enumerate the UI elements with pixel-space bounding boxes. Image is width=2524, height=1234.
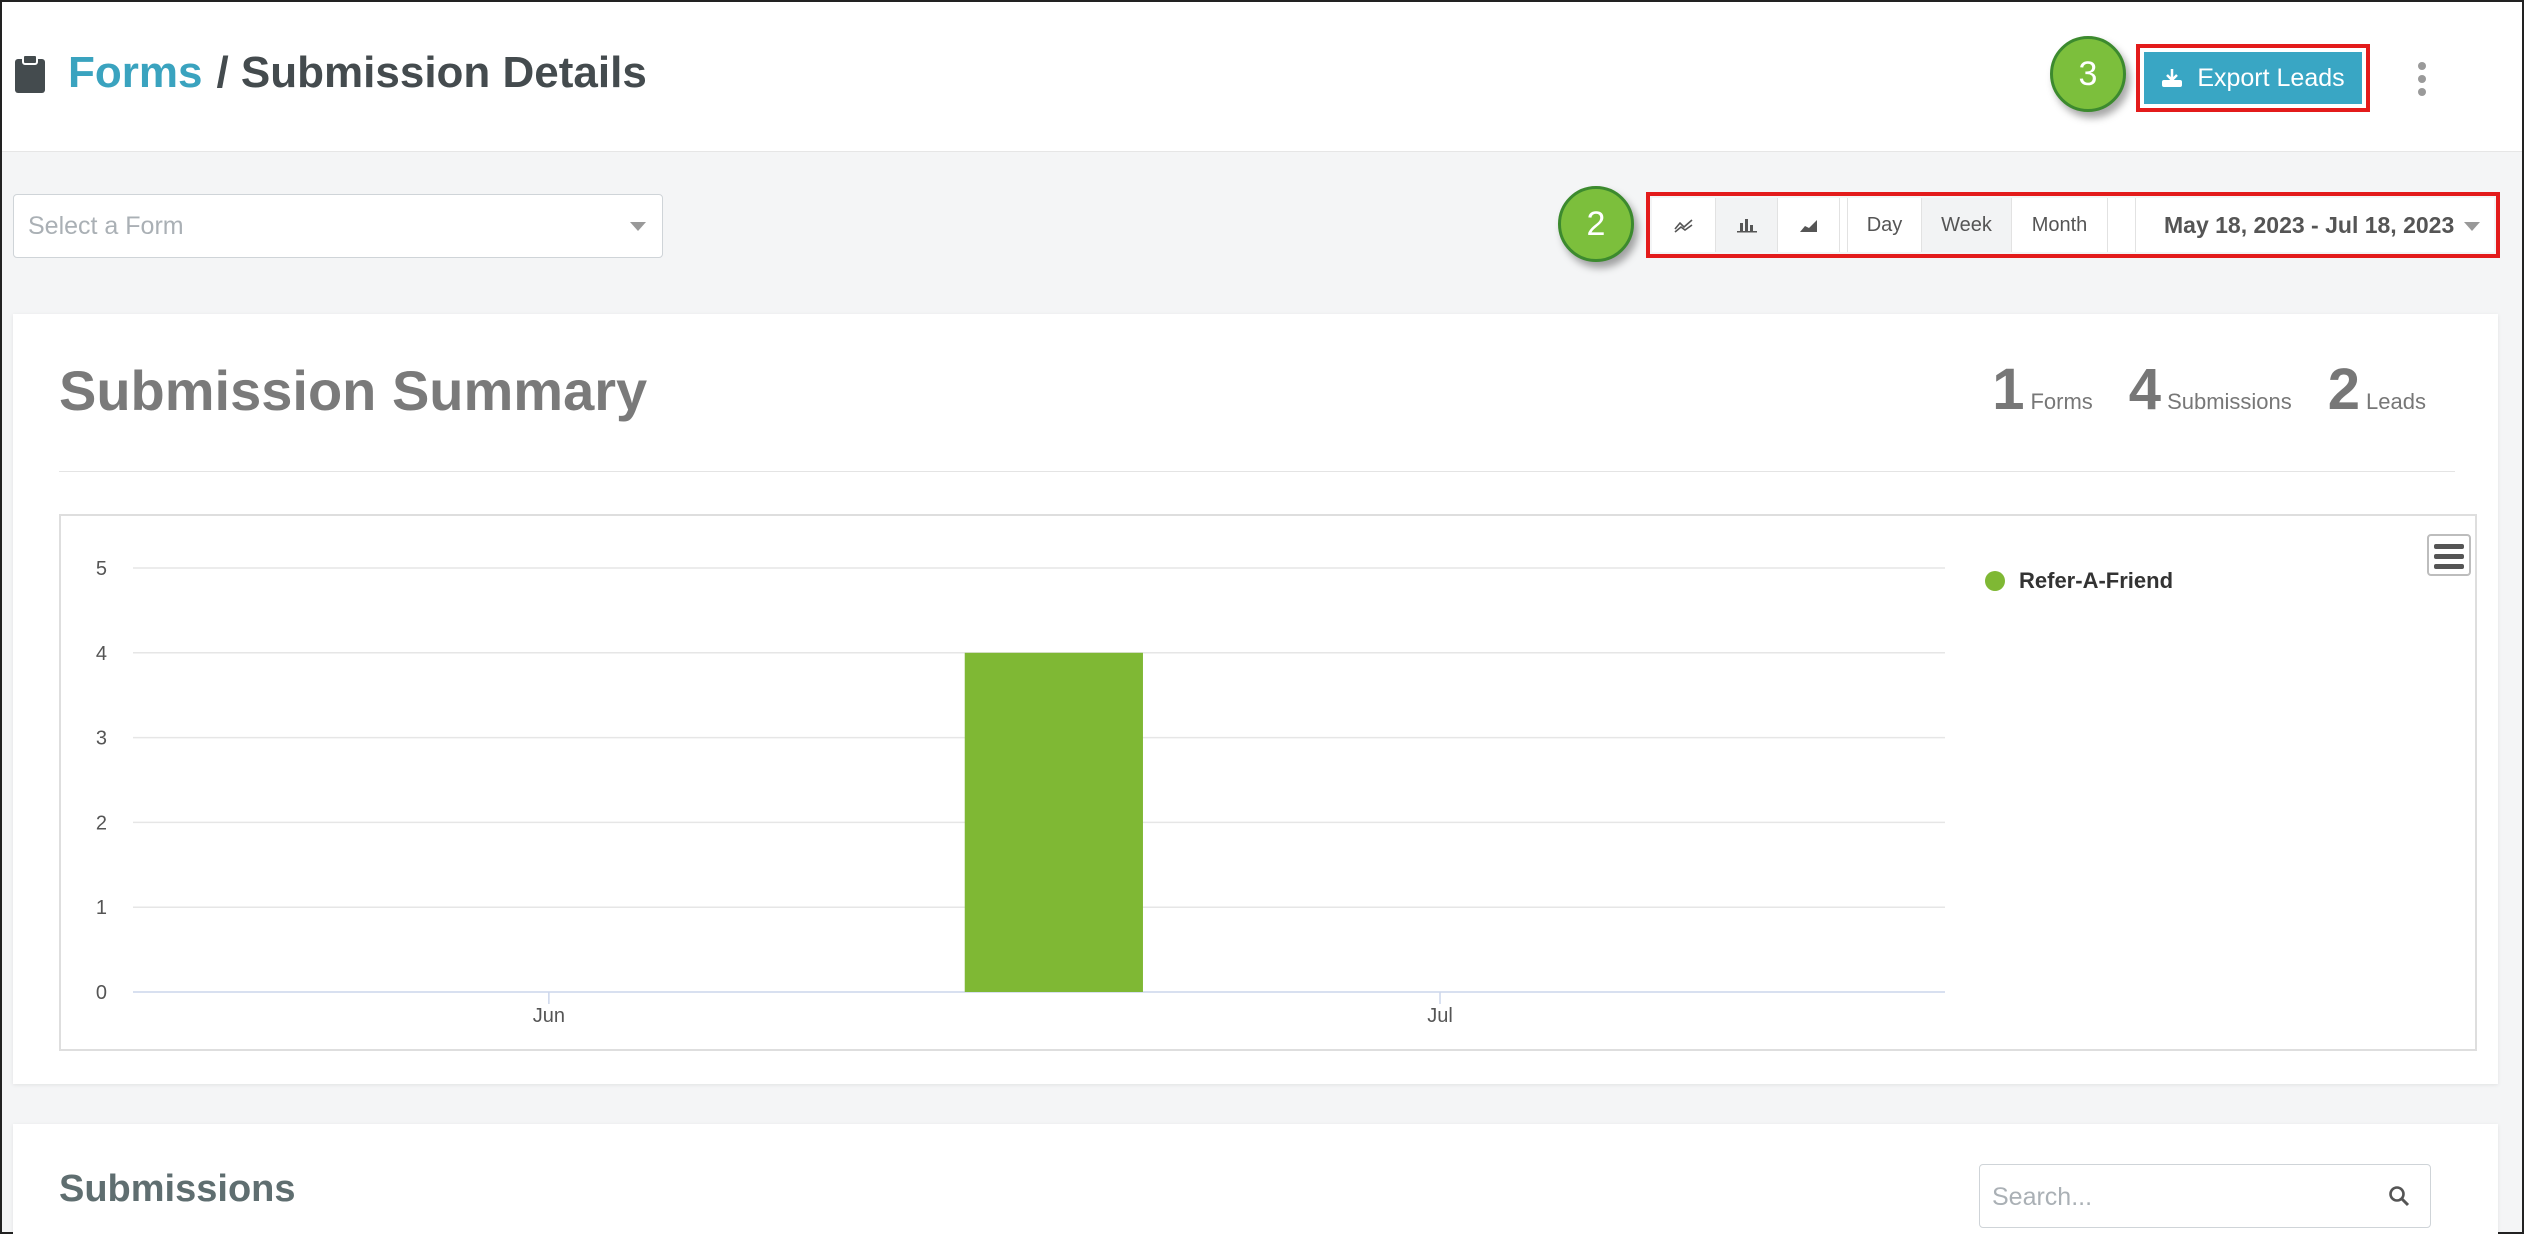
bar-chart-icon <box>1736 219 1757 233</box>
search-input[interactable] <box>1992 1177 2352 1217</box>
period-month-button[interactable]: Month <box>2012 198 2108 252</box>
summary-stats: 1 Forms 4 Submissions 2 Leads <box>1992 356 2426 423</box>
stat-leads-value: 2 <box>2327 357 2361 422</box>
line-chart-button[interactable] <box>1652 198 1716 252</box>
area-chart-button[interactable] <box>1778 198 1840 252</box>
y-tick-label: 3 <box>96 728 107 750</box>
breadcrumb: Forms / Submission Details <box>68 48 647 98</box>
period-week-button[interactable]: Week <box>1922 198 2012 252</box>
stat-submissions: 4 Submissions <box>2129 356 2292 423</box>
clipboard-icon <box>15 54 45 93</box>
x-tick-label: Jul <box>1427 1005 1453 1027</box>
controls-separator <box>2108 198 2136 252</box>
stat-leads-label: Leads <box>2366 389 2426 414</box>
breadcrumb-forms-link[interactable]: Forms <box>68 48 202 97</box>
date-range-picker[interactable]: May 18, 2023 - Jul 18, 2023 <box>2136 198 2494 252</box>
stat-forms-value: 1 <box>1992 357 2025 422</box>
y-tick-label: 2 <box>96 812 107 834</box>
y-tick-label: 5 <box>96 558 107 580</box>
summary-title: Submission Summary <box>59 359 648 422</box>
download-icon <box>2162 69 2183 87</box>
top-bar: Forms / Submission Details 3 Export Leads <box>2 2 2522 152</box>
bar <box>964 652 1143 992</box>
step-badge-3: 3 <box>2050 36 2126 112</box>
chart-controls: Day Week Month May 18, 2023 - Jul 18, 20… <box>1652 198 2494 252</box>
y-tick-label: 1 <box>96 897 107 919</box>
stat-forms-label: Forms <box>2030 389 2093 414</box>
y-tick-label: 0 <box>96 982 107 1004</box>
chart-controls-highlight: Day Week Month May 18, 2023 - Jul 18, 20… <box>1646 192 2500 258</box>
submissions-card: Submissions <box>13 1124 2498 1234</box>
controls-separator <box>1840 198 1848 252</box>
submissions-chart: 0 1 2 3 4 5 Jun Jul Refer-A-Friend <box>59 514 2477 1051</box>
stat-submissions-value: 4 <box>2128 357 2162 422</box>
select-form-dropdown[interactable]: Select a Form <box>13 194 663 258</box>
y-tick-label: 4 <box>96 643 107 665</box>
search-icon[interactable] <box>2388 1185 2410 1207</box>
stat-forms: 1 Forms <box>1992 356 2093 423</box>
select-form-placeholder: Select a Form <box>28 212 184 240</box>
bar-chart-button[interactable] <box>1716 198 1778 252</box>
search-box <box>1979 1164 2431 1228</box>
submission-summary-card: Submission Summary 1 Forms 4 Submissions 2… <box>13 314 2498 1084</box>
export-leads-label: Export Leads <box>2197 63 2345 92</box>
x-tick-label: Jun <box>533 1005 565 1027</box>
chevron-down-icon <box>630 222 646 231</box>
legend-swatch <box>1985 571 2005 591</box>
export-leads-button[interactable]: Export Leads <box>2144 52 2362 104</box>
stat-submissions-label: Submissions <box>2167 389 2292 414</box>
chart-plot-area: 0 1 2 3 4 5 Jun Jul <box>96 558 1945 1027</box>
export-leads-highlight: Export Leads <box>2136 44 2370 112</box>
chart-menu-icon[interactable] <box>2427 534 2471 576</box>
legend-label: Refer-A-Friend <box>2019 568 2174 593</box>
line-chart-icon <box>1673 219 1693 233</box>
area-chart-icon <box>1799 220 1817 232</box>
more-options-icon[interactable] <box>2414 62 2430 102</box>
chart-legend-item[interactable]: Refer-A-Friend <box>1985 568 2173 594</box>
step-badge-2: 2 <box>1558 186 1634 262</box>
stat-leads: 2 Leads <box>2328 356 2426 423</box>
period-day-button[interactable]: Day <box>1848 198 1922 252</box>
summary-divider <box>59 471 2455 472</box>
page-title: / Submission Details <box>216 48 647 97</box>
chevron-down-icon <box>2464 222 2480 231</box>
submissions-title: Submissions <box>59 1168 296 1210</box>
date-range-label: May 18, 2023 - Jul 18, 2023 <box>2164 211 2455 238</box>
